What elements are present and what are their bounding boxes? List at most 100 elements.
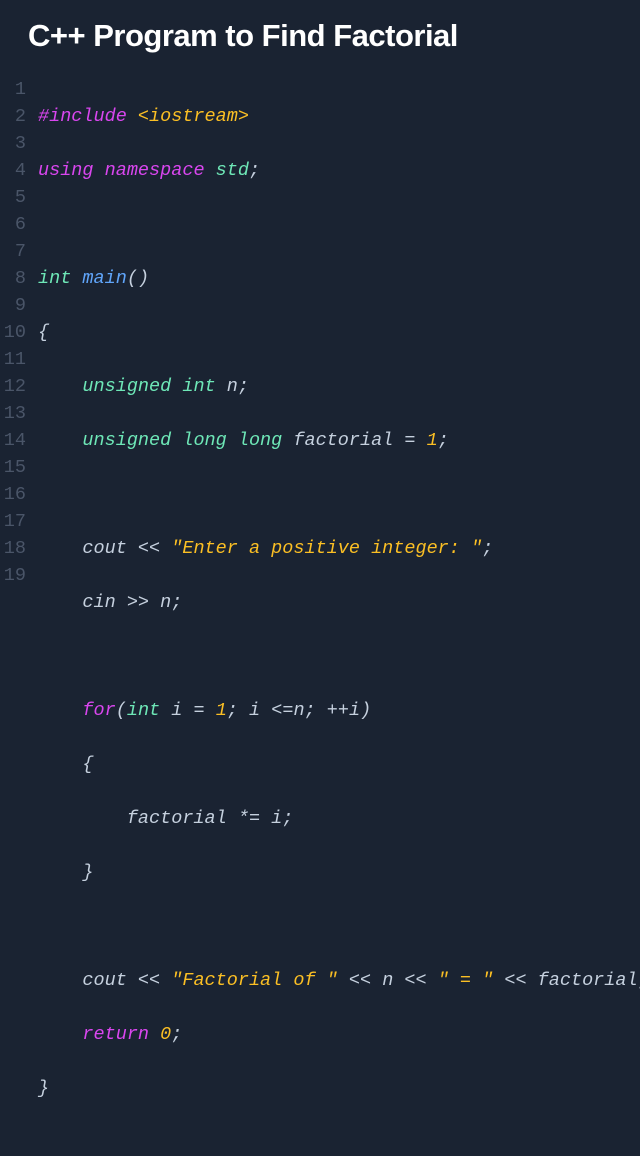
line-number: 1 [0,76,26,103]
line-number: 13 [0,400,26,427]
line-number: 3 [0,130,26,157]
code-line: } [38,859,640,886]
line-number: 15 [0,454,26,481]
tok-type: int [127,700,171,721]
code-line: return 0; [38,1021,640,1048]
tok-ident: i [271,808,282,829]
tok-op: <= [271,700,293,721]
line-number: 16 [0,481,26,508]
tok-punct: ; [482,538,493,559]
tok-op: >> [127,592,160,613]
code-line [38,481,640,508]
tok-keyword: namespace [105,160,216,181]
code-line: #include <iostream> [38,103,640,130]
editor-container: C++ Program to Find Factorial 1 2 3 4 5 … [0,0,640,1156]
tok-ident: i) [349,700,371,721]
tok-punct: ; [249,160,260,181]
line-number: 18 [0,535,26,562]
tok-op: << [338,970,382,991]
tok-type: unsigned int [82,376,226,397]
tok-keyword: using [38,160,105,181]
tok-ident: ; i [227,700,271,721]
line-number: 14 [0,427,26,454]
tok-ident: n; [293,700,326,721]
tok-type: int [38,268,82,289]
code-line: { [38,751,640,778]
tok-ident: n [160,592,171,613]
tok-punct: ; [282,808,293,829]
code-line: { [38,319,640,346]
line-number: 7 [0,238,26,265]
code-content: #include <iostream> using namespace std;… [38,76,640,1156]
tok-ident: factorial [293,430,404,451]
tok-punct: ( [116,700,127,721]
tok-op: ++ [327,700,349,721]
tok-indent [38,430,82,451]
line-number: 17 [0,508,26,535]
line-number: 11 [0,346,26,373]
code-line: cout << "Factorial of " << n << " = " <<… [38,967,640,994]
tok-string: "Factorial of " [171,970,338,991]
tok-indent [38,1024,82,1045]
code-line [38,913,640,940]
tok-ident: n [227,376,238,397]
tok-punct: () [127,268,149,289]
tok-ident: i [171,700,193,721]
line-number: 4 [0,157,26,184]
page-title: C++ Program to Find Factorial [0,18,640,54]
tok-punct: ; [171,592,182,613]
line-number-gutter: 1 2 3 4 5 6 7 8 9 10 11 12 13 14 15 16 1… [0,76,38,1156]
code-line: } [38,1075,640,1102]
tok-ident: factorial [38,808,238,829]
tok-punct: ; [438,430,449,451]
code-line: factorial *= i; [38,805,640,832]
tok-op: << [138,538,171,559]
tok-ident: n [382,970,404,991]
line-number: 8 [0,265,26,292]
tok-ident: cout [38,970,138,991]
tok-indent [38,376,82,397]
tok-num: 0 [160,1024,171,1045]
code-line [38,211,640,238]
tok-op: << [404,970,437,991]
tok-preproc: #include [38,106,138,127]
tok-string: " = " [438,970,494,991]
code-line [38,643,640,670]
tok-num: 1 [427,430,438,451]
line-number: 9 [0,292,26,319]
tok-brace: } [38,1078,49,1099]
tok-op: = [193,700,215,721]
code-line: unsigned long long factorial = 1; [38,427,640,454]
code-line: using namespace std; [38,157,640,184]
tok-ident: factorial [538,970,638,991]
code-line: cin >> n; [38,589,640,616]
tok-ident: cout [38,538,138,559]
code-line: int main() [38,265,640,292]
tok-punct: ; [171,1024,182,1045]
tok-header: <iostream> [138,106,249,127]
tok-indent [38,700,82,721]
tok-brace: } [38,862,94,883]
line-number: 5 [0,184,26,211]
code-line: unsigned int n; [38,373,640,400]
tok-op: = [404,430,426,451]
code-area: 1 2 3 4 5 6 7 8 9 10 11 12 13 14 15 16 1… [0,76,640,1156]
tok-num: 1 [216,700,227,721]
line-number: 10 [0,319,26,346]
line-number: 6 [0,211,26,238]
tok-op: *= [238,808,271,829]
tok-op: << [493,970,537,991]
tok-brace: { [38,754,94,775]
code-line: for(int i = 1; i <=n; ++i) [38,697,640,724]
tok-namespace: std [216,160,249,181]
tok-type: unsigned long long [82,430,293,451]
line-number: 2 [0,103,26,130]
tok-func: main [82,268,126,289]
tok-ident: cin [38,592,127,613]
line-number: 12 [0,373,26,400]
tok-brace: { [38,322,49,343]
line-number: 19 [0,562,26,589]
tok-op: << [138,970,171,991]
tok-punct: ; [238,376,249,397]
code-line: cout << "Enter a positive integer: "; [38,535,640,562]
